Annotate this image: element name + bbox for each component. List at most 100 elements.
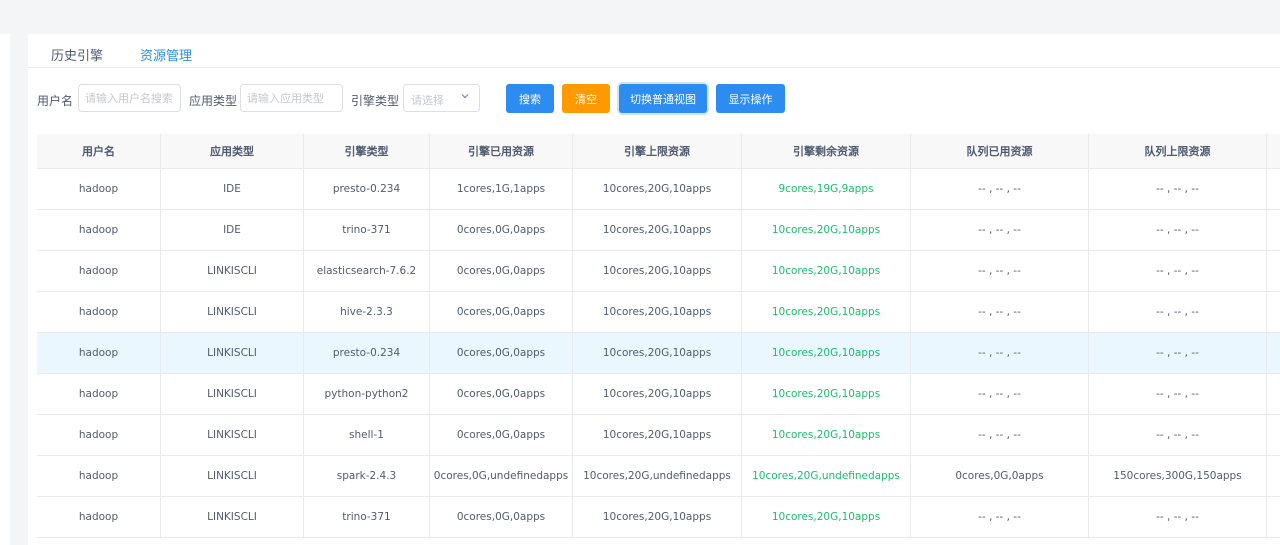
cell-engine-remaining: 10cores,20G,10apps [742, 415, 911, 455]
app-type-input[interactable] [240, 84, 343, 112]
column-header-app-type[interactable]: 应用类型 [161, 134, 304, 168]
cell-engine-type: spark-2.4.3 [304, 456, 430, 496]
table-row[interactable]: hadoop IDE trino-371 0cores,0G,0apps 10cores… [37, 210, 1280, 251]
cell-extra [1267, 374, 1280, 414]
table-row[interactable]: hadoop LINKISCLI presto-0.234 0cores,0G,0ap… [37, 333, 1280, 374]
cell-engine-type: shell-1 [304, 415, 430, 455]
app-type-label: 应用类型 [189, 94, 238, 108]
column-header-engine-remaining[interactable]: 引擎剩余资源 [742, 134, 911, 168]
table-row[interactable]: hadoop LINKISCLI python-python2 0cores,0G,0… [37, 374, 1280, 415]
resource-panel: 历史引擎 资源管理 用户名 应用类型 引擎类型 请选择 搜索 清空 切换普通视图… [28, 34, 1280, 545]
cell-extra [1267, 333, 1280, 373]
cell-engine-limit: 10cores,20G,undefinedapps [573, 456, 742, 496]
tab-history-engine[interactable]: 历史引擎 [51, 45, 103, 64]
cell-user: hadoop [37, 251, 161, 291]
column-header-extra [1267, 134, 1280, 168]
cell-extra [1267, 169, 1280, 209]
cell-extra [1267, 251, 1280, 291]
cell-queue-used: -- , -- , -- [911, 333, 1089, 373]
cell-queue-limit: 150cores,300G,150apps [1089, 456, 1267, 496]
cell-app-type: IDE [161, 169, 304, 209]
show-operations-button[interactable]: 显示操作 [716, 84, 785, 113]
cell-engine-limit: 10cores,20G,10apps [573, 169, 742, 209]
cell-engine-type: trino-371 [304, 210, 430, 250]
switch-view-button[interactable]: 切换普通视图 [619, 84, 707, 113]
cell-engine-used: 0cores,0G,undefinedapps [430, 456, 573, 496]
table-header: 用户名 应用类型 引擎类型 引擎已用资源 引擎上限资源 引擎剩余资源 队列已用资… [37, 134, 1280, 169]
cell-engine-remaining: 10cores,20G,10apps [742, 333, 911, 373]
table-row[interactable]: hadoop LINKISCLI shell-1 0cores,0G,0apps 10c… [37, 415, 1280, 456]
tab-bar: 历史引擎 资源管理 [28, 34, 1280, 68]
cell-app-type: LINKISCLI [161, 497, 304, 537]
cell-queue-limit: -- , -- , -- [1089, 210, 1267, 250]
cell-queue-used: -- , -- , -- [911, 292, 1089, 332]
column-header-engine-used[interactable]: 引擎已用资源 [430, 134, 573, 168]
cell-extra [1267, 497, 1280, 537]
cell-queue-used: -- , -- , -- [911, 210, 1089, 250]
cell-queue-used: -- , -- , -- [911, 251, 1089, 291]
engine-type-select[interactable]: 请选择 [403, 84, 480, 112]
cell-queue-limit: -- , -- , -- [1089, 497, 1267, 537]
tab-resource-management[interactable]: 资源管理 [140, 45, 192, 64]
cell-user: hadoop [37, 415, 161, 455]
column-header-user[interactable]: 用户名 [37, 134, 161, 168]
cell-user: hadoop [37, 210, 161, 250]
table-row[interactable]: hadoop LINKISCLI hive-2.3.3 0cores,0G,0apps… [37, 292, 1280, 333]
cell-engine-remaining: 10cores,20G,undefinedapps [742, 456, 911, 496]
cell-engine-limit: 10cores,20G,10apps [573, 415, 742, 455]
cell-queue-used: -- , -- , -- [911, 415, 1089, 455]
user-label: 用户名 [37, 94, 74, 108]
search-button[interactable]: 搜索 [506, 84, 554, 113]
cell-engine-remaining: 9cores,19G,9apps [742, 169, 911, 209]
column-header-queue-used[interactable]: 队列已用资源 [911, 134, 1089, 168]
cell-engine-type: presto-0.234 [304, 333, 430, 373]
table-row[interactable]: hadoop LINKISCLI trino-371 0cores,0G,0apps 1… [37, 497, 1280, 538]
cell-engine-limit: 10cores,20G,10apps [573, 497, 742, 537]
cell-queue-limit: -- , -- , -- [1089, 251, 1267, 291]
resource-table: 用户名 应用类型 引擎类型 引擎已用资源 引擎上限资源 引擎剩余资源 队列已用资… [37, 134, 1280, 538]
cell-engine-used: 0cores,0G,0apps [430, 292, 573, 332]
cell-engine-used: 0cores,0G,0apps [430, 251, 573, 291]
clear-button[interactable]: 清空 [562, 84, 610, 113]
cell-queue-limit: -- , -- , -- [1089, 374, 1267, 414]
cell-app-type: LINKISCLI [161, 333, 304, 373]
cell-engine-limit: 10cores,20G,10apps [573, 374, 742, 414]
cell-user: hadoop [37, 456, 161, 496]
filter-bar: 用户名 应用类型 引擎类型 请选择 搜索 清空 切换普通视图 显示操作 [28, 84, 1280, 114]
cell-engine-remaining: 10cores,20G,10apps [742, 374, 911, 414]
cell-engine-limit: 10cores,20G,10apps [573, 333, 742, 373]
column-header-queue-limit[interactable]: 队列上限资源 [1089, 134, 1267, 168]
cell-queue-limit: -- , -- , -- [1089, 333, 1267, 373]
chevron-down-icon [461, 94, 469, 99]
cell-engine-limit: 10cores,20G,10apps [573, 210, 742, 250]
engine-type-label: 引擎类型 [351, 94, 400, 108]
cell-engine-used: 0cores,0G,0apps [430, 333, 573, 373]
cell-queue-limit: -- , -- , -- [1089, 415, 1267, 455]
cell-queue-used: -- , -- , -- [911, 374, 1089, 414]
column-header-engine-limit[interactable]: 引擎上限资源 [573, 134, 742, 168]
table-row[interactable]: hadoop LINKISCLI spark-2.4.3 0cores,0G,unde… [37, 456, 1280, 497]
cell-app-type: LINKISCLI [161, 251, 304, 291]
cell-engine-limit: 10cores,20G,10apps [573, 251, 742, 291]
cell-engine-limit: 10cores,20G,10apps [573, 292, 742, 332]
cell-engine-type: trino-371 [304, 497, 430, 537]
cell-engine-remaining: 10cores,20G,10apps [742, 292, 911, 332]
table-row[interactable]: hadoop IDE presto-0.234 1cores,1G,1apps 10co… [37, 169, 1280, 210]
cell-extra [1267, 415, 1280, 455]
cell-app-type: LINKISCLI [161, 292, 304, 332]
cell-app-type: LINKISCLI [161, 415, 304, 455]
column-header-engine-type[interactable]: 引擎类型 [304, 134, 430, 168]
cell-engine-remaining: 10cores,20G,10apps [742, 251, 911, 291]
table-row[interactable]: hadoop LINKISCLI elasticsearch-7.6.2 0cores… [37, 251, 1280, 292]
cell-engine-used: 1cores,1G,1apps [430, 169, 573, 209]
table-body: hadoop IDE presto-0.234 1cores,1G,1apps 10co… [37, 169, 1280, 538]
cell-queue-used: -- , -- , -- [911, 169, 1089, 209]
cell-app-type: LINKISCLI [161, 374, 304, 414]
cell-engine-remaining: 10cores,20G,10apps [742, 210, 911, 250]
user-search-input[interactable] [78, 84, 181, 112]
cell-engine-used: 0cores,0G,0apps [430, 497, 573, 537]
cell-engine-type: python-python2 [304, 374, 430, 414]
cell-engine-type: presto-0.234 [304, 169, 430, 209]
cell-app-type: LINKISCLI [161, 456, 304, 496]
cell-engine-type: elasticsearch-7.6.2 [304, 251, 430, 291]
